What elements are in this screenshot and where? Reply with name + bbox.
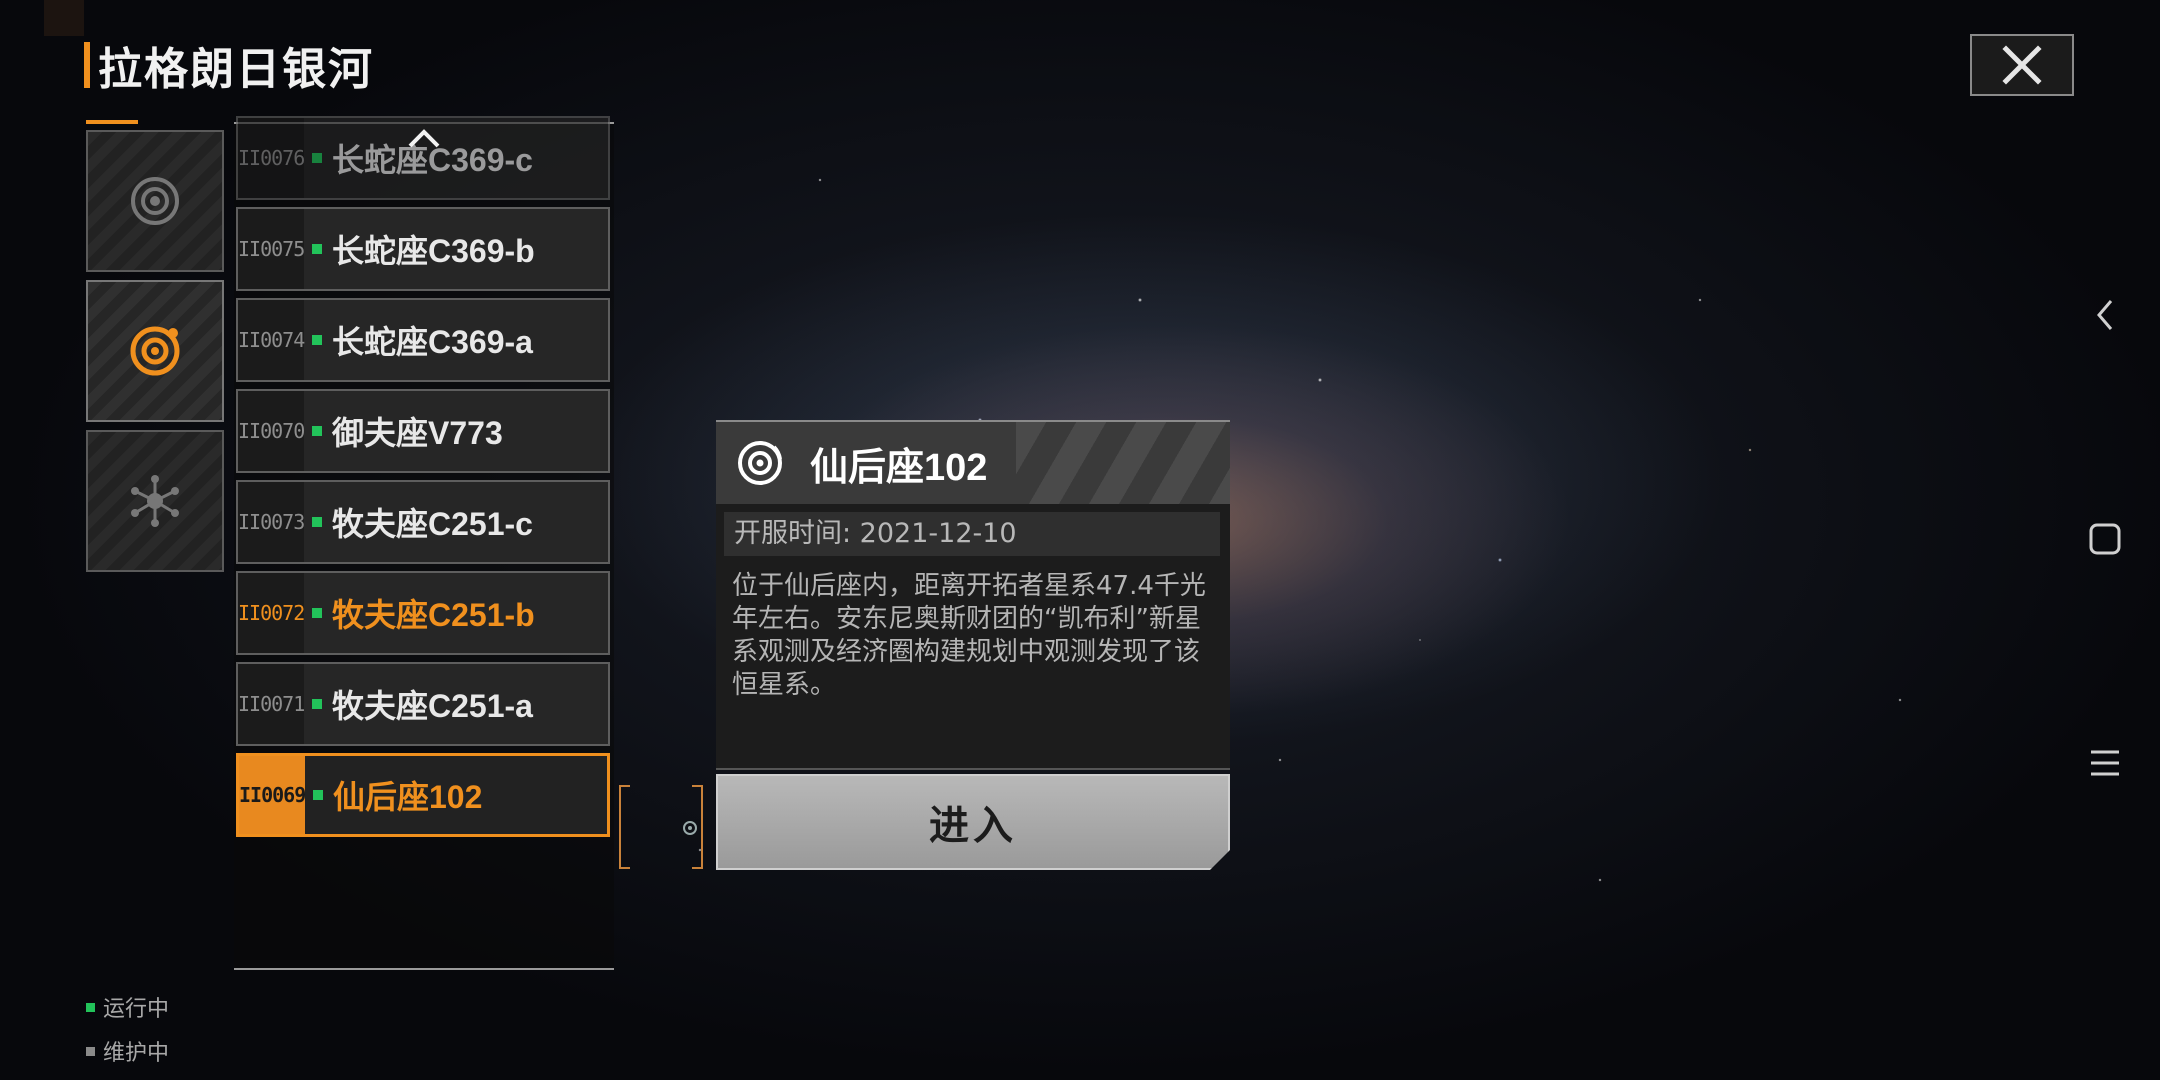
server-row[interactable]: II0070 御夫座V773	[236, 389, 610, 473]
enter-button-label: 进入	[929, 803, 1017, 849]
status-dot	[312, 335, 322, 345]
category-button-orbit[interactable]	[86, 280, 224, 422]
server-row[interactable]: II0069 仙后座102	[236, 753, 610, 837]
server-description: 位于仙后座内，距离开拓者星系47.4千光年左右。安东尼奥斯财团的“凯布利”新星系…	[732, 571, 1206, 700]
status-dot	[313, 790, 323, 800]
enter-button[interactable]: 进入	[716, 774, 1230, 870]
close-icon	[2002, 45, 2042, 85]
popup-body: 开服时间: 2021-12-10 位于仙后座内，距离开拓者星系47.4千光年左右…	[716, 504, 1230, 770]
server-code: II0069	[239, 783, 306, 807]
maintenance-dot	[86, 1046, 95, 1056]
server-code: II0076	[238, 146, 305, 170]
server-code: II0073	[238, 510, 305, 534]
server-info-popup: 仙后座102 开服时间: 2021-12-10 位于仙后座内，距离开拓者星系47…	[716, 420, 1230, 870]
running-dot	[86, 1002, 95, 1012]
server-code: II0070	[238, 419, 305, 443]
popup-server-name: 仙后座102	[810, 446, 988, 489]
server-name: 仙后座102	[333, 779, 483, 815]
server-code: II0074	[238, 328, 305, 352]
back-icon	[2097, 300, 2113, 330]
title-accent	[84, 42, 90, 88]
home-nav-button[interactable]	[2080, 514, 2130, 564]
menu-icon	[2091, 750, 2119, 776]
orbit-icon	[130, 326, 180, 376]
home-icon	[2089, 523, 2121, 555]
legend-running: 运行中	[86, 985, 169, 1029]
popup-header: 仙后座102	[716, 420, 1230, 504]
server-name: 长蛇座C369-b	[332, 233, 535, 269]
network-icon	[131, 475, 179, 527]
server-name: 牧夫座C251-c	[332, 506, 533, 542]
server-name: 牧夫座C251-b	[332, 597, 535, 633]
category-button-network[interactable]	[86, 430, 224, 572]
legend-maintenance: 维护中	[86, 1029, 169, 1073]
server-row[interactable]: II0071 牧夫座C251-a	[236, 662, 610, 746]
server-code: II0075	[238, 237, 305, 261]
status-dot	[312, 244, 322, 254]
server-row[interactable]: II0075 长蛇座C369-b	[236, 207, 610, 291]
status-dot	[312, 153, 322, 163]
page-title-bar: 拉格朗日银河	[84, 40, 374, 95]
menu-nav-button[interactable]	[2080, 738, 2130, 788]
page-title: 拉格朗日银河	[98, 44, 374, 95]
status-dot	[312, 517, 322, 527]
server-name: 御夫座V773	[332, 415, 503, 451]
status-dot	[312, 426, 322, 436]
corner-decoration	[44, 0, 84, 36]
close-button[interactable]	[1970, 34, 2074, 96]
category-list	[86, 130, 224, 580]
scroll-up-icon[interactable]	[404, 126, 444, 150]
category-button-nebula[interactable]	[86, 130, 224, 272]
category-indicator	[86, 120, 138, 124]
open-time: 开服时间: 2021-12-10	[724, 512, 1220, 556]
server-row[interactable]: II0074 长蛇座C369-a	[236, 298, 610, 382]
status-legend: 运行中 维护中	[86, 985, 169, 1073]
status-dot	[312, 608, 322, 618]
server-name: 牧夫座C251-a	[332, 688, 533, 724]
selection-bracket	[619, 785, 703, 869]
server-code: II0071	[238, 692, 305, 716]
nebula-icon	[131, 177, 179, 225]
server-row[interactable]: II0073 牧夫座C251-c	[236, 480, 610, 564]
server-code: II0072	[238, 601, 305, 625]
server-name: 长蛇座C369-a	[332, 324, 533, 360]
back-nav-button[interactable]	[2080, 290, 2130, 340]
server-row[interactable]: II0072 牧夫座C251-b	[236, 571, 610, 655]
legend-running-label: 运行中	[103, 997, 170, 1022]
status-dot	[312, 699, 322, 709]
galaxy-icon	[738, 441, 782, 485]
legend-maintenance-label: 维护中	[103, 1041, 170, 1066]
